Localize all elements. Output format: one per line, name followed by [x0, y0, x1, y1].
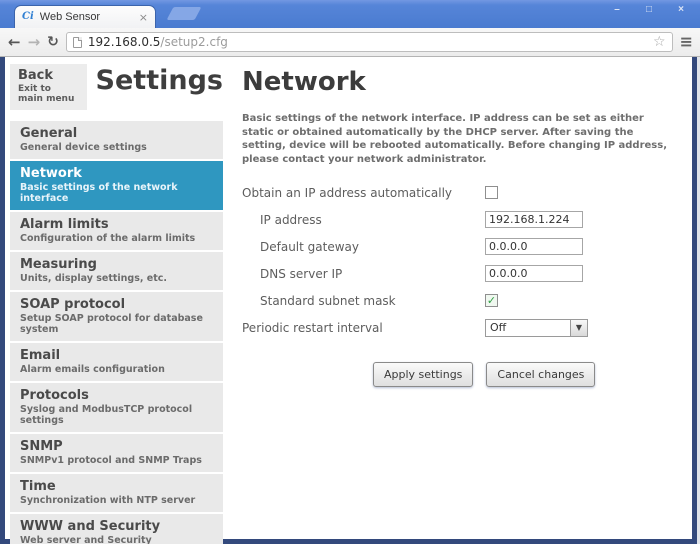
dhcp-row: Obtain an IP address automatically	[242, 179, 682, 206]
sidebar-item-alarm-limits[interactable]: Alarm limits Configuration of the alarm …	[10, 212, 223, 250]
sidebar-item-general[interactable]: General General device settings	[10, 121, 223, 159]
back-button-label: Back	[18, 69, 79, 83]
check-icon: ✓	[487, 295, 496, 306]
dns-server-field[interactable]	[485, 265, 583, 282]
url-host: 192.168.0.5	[88, 35, 161, 49]
sidebar-item-subtitle: Setup SOAP protocol for database system	[20, 313, 213, 335]
sidebar-header: Back Exit to main menu Settings	[10, 64, 223, 110]
dns-server-label: DNS server IP	[260, 267, 485, 281]
sidebar-item-title: Measuring	[20, 257, 213, 272]
settings-heading: Settings	[96, 65, 223, 96]
sidebar-item-title: SOAP protocol	[20, 297, 213, 312]
page-document-icon	[73, 37, 82, 48]
reload-icon[interactable]: ↻	[47, 35, 59, 49]
tab-close-icon[interactable]: ×	[139, 12, 148, 23]
dhcp-checkbox[interactable]	[485, 186, 498, 199]
dns-server-row: DNS server IP	[242, 260, 682, 287]
window-close-button[interactable]: ×	[670, 4, 692, 17]
browser-menu-icon[interactable]: ≡	[680, 34, 692, 50]
network-settings-panel: Network Basic settings of the network in…	[223, 64, 692, 539]
sidebar-item-measuring[interactable]: Measuring Units, display settings, etc.	[10, 252, 223, 290]
sidebar-item-subtitle: Synchronization with NTP server	[20, 495, 213, 506]
sidebar-item-www-security[interactable]: WWW and Security Web server and Security…	[10, 514, 223, 544]
page-description: Basic settings of the network interface.…	[242, 112, 674, 166]
back-button[interactable]: Back Exit to main menu	[10, 64, 87, 110]
ip-address-label: IP address	[260, 213, 485, 227]
sidebar-item-subtitle: Units, display settings, etc.	[20, 273, 213, 284]
settings-sidebar: Back Exit to main menu Settings General …	[10, 64, 223, 539]
tab-title: Web Sensor	[40, 11, 133, 23]
sidebar-item-network[interactable]: Network Basic settings of the network in…	[10, 161, 223, 210]
ip-address-field[interactable]	[485, 211, 583, 228]
sidebar-item-subtitle: Basic settings of the network interface	[20, 182, 213, 204]
sidebar-item-subtitle: Configuration of the alarm limits	[20, 233, 213, 244]
sidebar-item-soap-protocol[interactable]: SOAP protocol Setup SOAP protocol for da…	[10, 292, 223, 341]
back-button-subtitle: Exit to main menu	[18, 84, 79, 104]
browser-titlebar: Ci Web Sensor × – □ ×	[0, 0, 700, 28]
default-gateway-field[interactable]	[485, 238, 583, 255]
sidebar-item-title: Time	[20, 479, 213, 494]
apply-settings-button[interactable]: Apply settings	[373, 362, 473, 387]
dhcp-label: Obtain an IP address automatically	[242, 186, 485, 200]
subnet-mask-row: Standard subnet mask ✓	[242, 287, 682, 314]
window-maximize-button[interactable]: □	[638, 4, 660, 17]
url-path: /setup2.cfg	[160, 35, 228, 49]
window-minimize-button[interactable]: –	[606, 4, 628, 17]
restart-interval-select[interactable]: Off ▼	[485, 319, 588, 337]
window-controls: – □ ×	[606, 4, 692, 17]
sidebar-item-title: WWW and Security	[20, 519, 213, 534]
cancel-changes-button[interactable]: Cancel changes	[486, 362, 595, 387]
network-form: Obtain an IP address automatically IP ad…	[242, 179, 682, 341]
address-bar[interactable]: 192.168.0.5/setup2.cfg ☆	[66, 32, 673, 52]
sidebar-item-protocols[interactable]: Protocols Syslog and ModbusTCP protocol …	[10, 383, 223, 432]
sidebar-item-snmp[interactable]: SNMP SNMPv1 protocol and SNMP Traps	[10, 434, 223, 472]
page-title: Network	[242, 67, 682, 97]
default-gateway-row: Default gateway	[242, 233, 682, 260]
sidebar-item-subtitle: General device settings	[20, 142, 213, 153]
form-buttons: Apply settings Cancel changes	[373, 362, 682, 387]
sidebar-item-title: Alarm limits	[20, 217, 213, 232]
subnet-mask-checkbox[interactable]: ✓	[485, 294, 498, 307]
restart-interval-row: Periodic restart interval Off ▼	[242, 314, 682, 341]
sidebar-item-subtitle: SNMPv1 protocol and SNMP Traps	[20, 455, 213, 466]
sidebar-item-subtitle: Syslog and ModbusTCP protocol settings	[20, 404, 213, 426]
comet-logo-favicon-icon: Ci	[22, 12, 34, 22]
restart-interval-value: Off	[486, 321, 570, 334]
chevron-down-icon[interactable]: ▼	[570, 320, 587, 336]
default-gateway-label: Default gateway	[260, 240, 485, 254]
restart-interval-label: Periodic restart interval	[242, 321, 485, 335]
back-icon[interactable]: ←	[8, 35, 21, 50]
ip-address-row: IP address	[242, 206, 682, 233]
url-text[interactable]: 192.168.0.5/setup2.cfg	[88, 35, 647, 49]
sidebar-item-subtitle: Alarm emails configuration	[20, 364, 213, 375]
browser-toolbar: ← → ↻ 192.168.0.5/setup2.cfg ☆ ≡	[0, 28, 700, 57]
sidebar-item-email[interactable]: Email Alarm emails configuration	[10, 343, 223, 381]
new-tab-button[interactable]	[167, 7, 202, 20]
subnet-mask-label: Standard subnet mask	[260, 294, 485, 308]
sidebar-item-title: Network	[20, 166, 213, 181]
sidebar-item-title: SNMP	[20, 439, 213, 454]
forward-icon: →	[28, 35, 41, 50]
sidebar-item-time[interactable]: Time Synchronization with NTP server	[10, 474, 223, 512]
sidebar-item-title: Email	[20, 348, 213, 363]
sidebar-item-title: General	[20, 126, 213, 141]
browser-tab[interactable]: Ci Web Sensor ×	[14, 5, 156, 28]
bookmark-star-icon[interactable]: ☆	[653, 35, 666, 49]
sidebar-item-subtitle: Web server and Security configuration	[20, 535, 213, 544]
sidebar-item-title: Protocols	[20, 388, 213, 403]
page-content: Back Exit to main menu Settings General …	[0, 57, 697, 544]
